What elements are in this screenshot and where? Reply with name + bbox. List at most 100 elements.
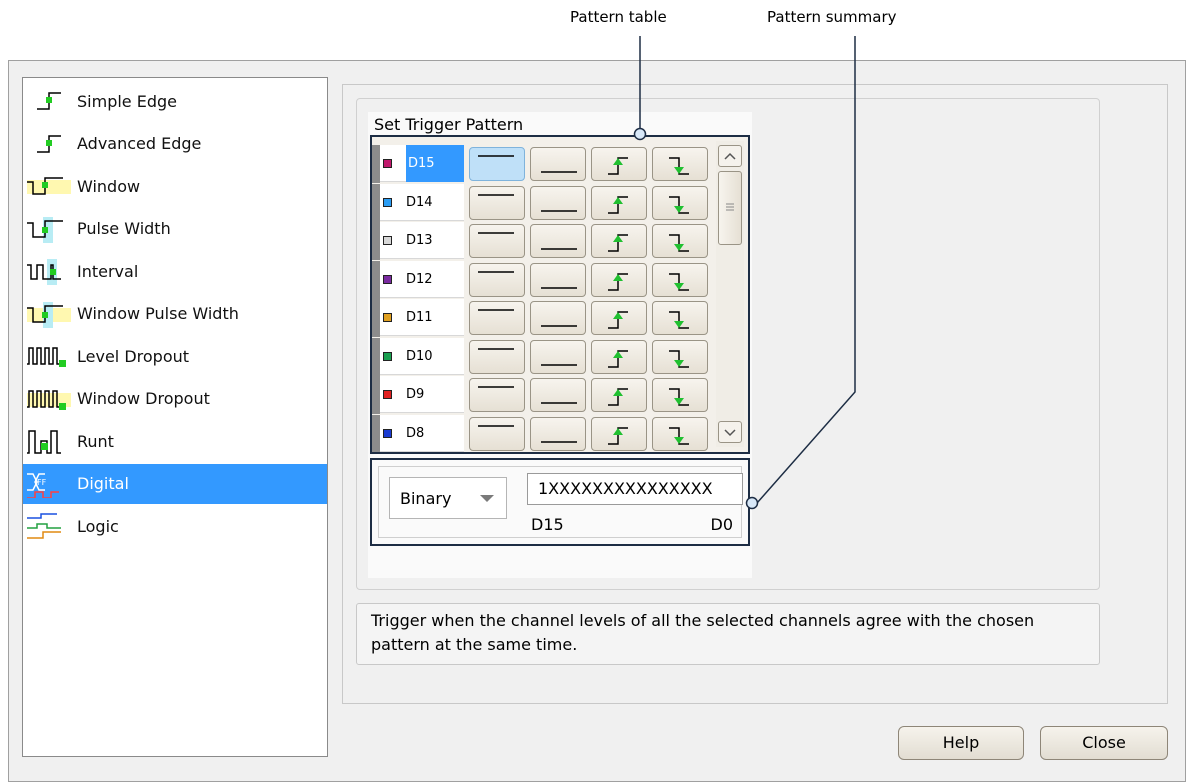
channel-name: D10 [406,348,433,364]
pattern-row: D12 [372,260,712,299]
pattern-table-scrollbar[interactable] [716,141,744,447]
falling-edge-button[interactable] [652,147,708,181]
high-level-button[interactable] [469,301,525,335]
high-level-button[interactable] [469,262,525,297]
low-level-icon [541,209,577,212]
trigger-type-item[interactable]: Interval [23,251,327,291]
trigger-type-item[interactable]: Logic [23,506,327,546]
format-dropdown[interactable]: Binary [389,477,507,519]
chevron-up-icon [724,152,736,160]
scroll-up-button[interactable] [718,145,742,167]
rising-edge-button[interactable] [591,262,647,297]
channel-name: D8 [406,425,425,441]
close-button[interactable]: Close [1040,726,1168,760]
scroll-thumb[interactable] [718,171,742,245]
scroll-down-button[interactable] [718,421,742,443]
high-level-button[interactable] [469,378,525,412]
channel-name: D13 [406,233,433,248]
low-level-button[interactable] [530,339,586,374]
falling-edge-button[interactable] [652,416,708,451]
high-level-icon [478,309,514,311]
interval-icon [27,259,61,285]
pattern-row: D9 [372,376,712,414]
low-level-icon [541,171,577,173]
low-level-button[interactable] [530,262,586,297]
rising-edge-icon [608,272,628,291]
trigger-type-label: Runt [77,431,114,451]
channel-color-swatch [383,313,392,322]
low-level-button[interactable] [530,378,586,412]
low-level-icon [541,248,577,250]
trigger-type-item[interactable]: Runt [23,421,327,461]
window-icon [27,177,71,195]
trigger-type-item[interactable]: Pulse Width [23,209,327,249]
falling-edge-button[interactable] [652,339,708,374]
trigger-type-item[interactable]: Window [23,166,327,206]
pattern-row: D15 [372,145,712,183]
channel-color-swatch [383,159,392,168]
trigger-type-item[interactable]: Level Dropout [23,336,327,376]
high-level-button[interactable] [469,185,525,220]
falling-edge-icon [669,195,689,214]
trigger-type-item[interactable]: Simple Edge [23,81,327,121]
runt-icon [27,430,61,454]
pattern-row: D8 [372,414,712,452]
rising-edge-button[interactable] [591,301,647,335]
high-level-button[interactable] [469,147,525,181]
row-gutter [372,414,380,452]
falling-edge-icon [669,388,689,406]
falling-edge-button[interactable] [652,224,708,258]
pattern-input[interactable]: 1XXXXXXXXXXXXXXX [527,473,743,505]
low-level-button[interactable] [530,301,586,335]
high-level-icon [478,155,514,157]
trigger-type-label: Window Dropout [77,389,210,408]
falling-edge-button[interactable] [652,185,708,220]
trigger-type-item[interactable]: Advanced Edge [23,124,327,164]
rising-edge-button[interactable] [591,416,647,451]
trigger-type-list[interactable]: Simple Edge Advanced Edge Window Pulse Widt… [22,77,328,757]
trigger-type-label: Pulse Width [77,219,171,238]
rising-edge-button[interactable] [591,224,647,258]
high-level-icon [478,386,514,388]
high-level-icon [478,270,514,273]
trigger-type-item[interactable]: FF Digital [23,463,327,504]
falling-edge-button[interactable] [652,378,708,412]
low-level-button[interactable] [530,224,586,258]
rising-edge-button[interactable] [591,378,647,412]
low-level-button[interactable] [530,147,586,181]
trigger-type-label: Digital [77,474,129,493]
svg-text:FF: FF [37,478,47,487]
pattern-row: D14 [372,183,712,222]
low-level-icon [541,440,577,443]
trigger-type-label: Interval [77,261,139,281]
falling-edge-icon [669,157,689,175]
dropdown-arrow-icon [480,495,494,502]
chevron-down-icon [724,429,736,437]
help-button[interactable]: Help [898,726,1024,760]
window-dropout-icon [27,389,71,410]
low-level-button[interactable] [530,185,586,220]
channel-name: D9 [406,387,425,402]
rising-edge-button[interactable] [591,147,647,181]
set-trigger-pattern-label: Set Trigger Pattern [374,115,524,134]
channel-name: D15 [408,156,435,171]
channel-name-selected: D15 [406,145,464,182]
channel-color-swatch [383,197,392,207]
rising-edge-button[interactable] [591,185,647,220]
pattern-table: D15 D14 D13 D12 D11 D10 D9 D8 [370,135,750,454]
trigger-type-label: Simple Edge [77,91,177,111]
high-level-button[interactable] [469,339,525,374]
high-level-button[interactable] [469,416,525,451]
falling-edge-button[interactable] [652,301,708,335]
rising-edge-icon [608,311,628,329]
trigger-type-item[interactable]: Window Dropout [23,379,327,419]
channel-color-swatch [383,428,392,438]
low-level-button[interactable] [530,416,586,451]
channel-name: D14 [406,194,433,210]
falling-edge-icon [669,234,689,252]
falling-edge-button[interactable] [652,262,708,297]
high-level-button[interactable] [469,224,525,258]
rising-edge-button[interactable] [591,339,647,374]
trigger-type-item[interactable]: Window Pulse Width [23,294,327,334]
high-level-icon [478,424,514,427]
